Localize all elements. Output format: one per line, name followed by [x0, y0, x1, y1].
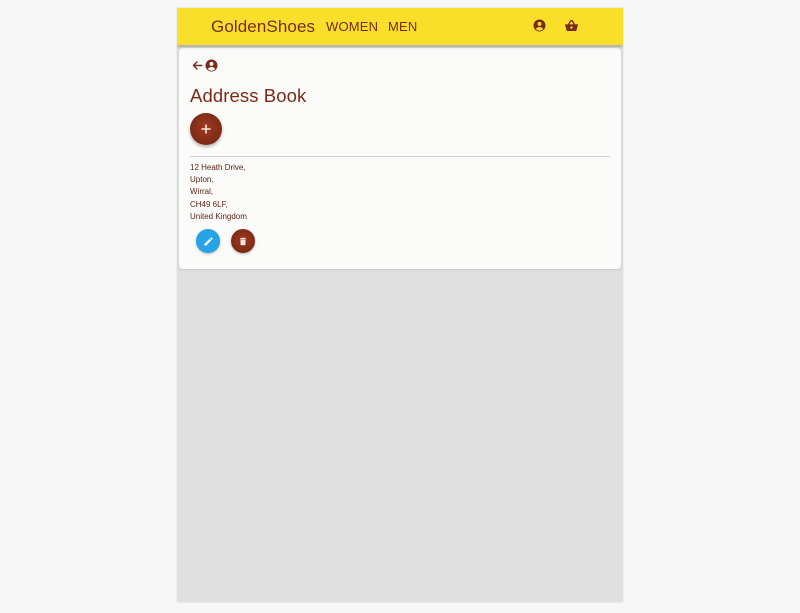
edit-address-button[interactable]: [196, 229, 220, 253]
address-line: Upton,: [190, 175, 214, 185]
plus-icon: [201, 124, 211, 134]
trash-icon: [240, 237, 246, 245]
address-line: United Kingdom: [190, 211, 247, 221]
account-button[interactable]: [533, 19, 549, 35]
brand-logo-link[interactable]: GoldenShoes: [211, 17, 315, 37]
edit-pencil-icon: [203, 236, 213, 246]
delete-address-button[interactable]: [231, 229, 255, 253]
address-book-card: Address Book 12 Heath Drive, Upton, Wirr…: [179, 48, 621, 269]
page-title: Address Book: [190, 85, 307, 106]
nav-link-women[interactable]: WOMEN: [326, 19, 378, 34]
address-line: CH49 6LF,: [190, 199, 228, 209]
top-app-bar: GoldenShoes WOMEN MEN: [177, 8, 623, 45]
basket-button[interactable]: [564, 19, 580, 35]
viewport: GoldenShoes WOMEN MEN Address Book 12 He…: [0, 0, 800, 613]
app-frame: GoldenShoes WOMEN MEN Address Book 12 He…: [177, 8, 623, 602]
back-row: [191, 59, 218, 72]
address-line: 12 Heath Drive,: [190, 163, 246, 172]
account-circle-icon: [533, 19, 546, 32]
address-entry: 12 Heath Drive, Upton, Wirral, CH49 6LF,…: [190, 162, 247, 223]
account-circle-icon: [205, 59, 218, 72]
divider: [190, 156, 610, 157]
add-address-button[interactable]: [190, 113, 222, 145]
address-line: Wirral,: [190, 187, 214, 197]
shopping-basket-icon: [564, 19, 579, 31]
arrow-left-icon[interactable]: [191, 59, 204, 72]
nav-link-men[interactable]: MEN: [388, 19, 418, 34]
